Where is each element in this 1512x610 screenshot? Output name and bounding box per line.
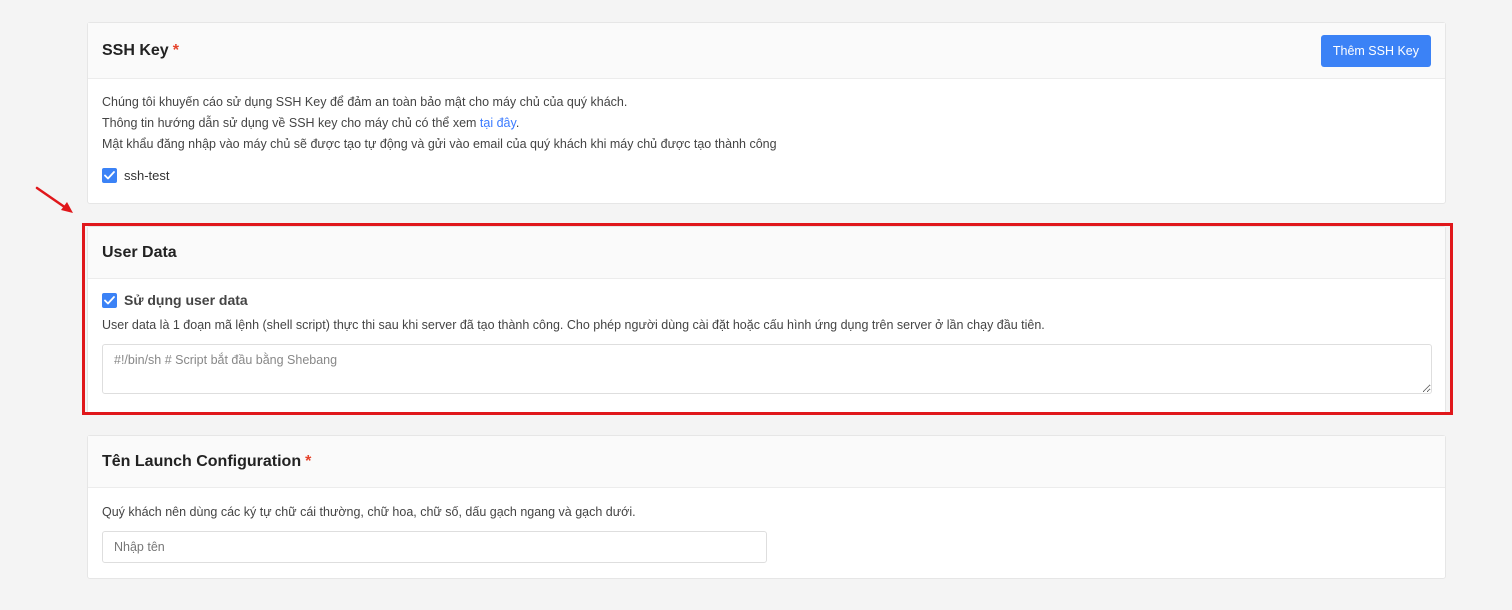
use-user-data-label: Sử dụng user data — [124, 292, 248, 308]
ssh-guide-text: Thông tin hướng dẫn sử dụng về SSH key c… — [102, 113, 1431, 134]
launch-config-title-text: Tên Launch Configuration — [102, 452, 302, 470]
required-mark: * — [172, 41, 179, 59]
ssh-guide-prefix: Thông tin hướng dẫn sử dụng về SSH key c… — [102, 116, 480, 130]
launch-config-card: Tên Launch Configuration * Quý khách nên … — [87, 435, 1446, 579]
ssh-password-text: Mật khẩu đăng nhập vào máy chủ sẽ được t… — [102, 137, 777, 151]
launch-config-body: Quý khách nên dùng các ký tự chữ cái thư… — [88, 488, 1445, 577]
user-data-title: User Data — [102, 243, 177, 261]
launch-config-hint: Quý khách nên dùng các ký tự chữ cái thư… — [102, 505, 636, 519]
ssh-recommendation-text: Chúng tôi khuyến cáo sử dụng SSH Key để … — [102, 95, 628, 109]
user-data-header: User Data — [88, 227, 1445, 279]
user-data-card: User Data Sử dụng user data User data là… — [87, 226, 1446, 414]
ssh-guide-suffix: . — [515, 116, 520, 130]
ssh-key-header: SSH Key * Thêm SSH Key — [88, 23, 1445, 79]
user-data-body: Sử dụng user data User data là 1 đoạn mã… — [88, 279, 1445, 413]
ssh-key-card: SSH Key * Thêm SSH Key Chúng tôi khuyến c… — [87, 22, 1446, 204]
ssh-key-option[interactable]: ssh-test — [102, 168, 1431, 183]
ssh-key-title-text: SSH Key — [102, 41, 169, 59]
launch-config-header: Tên Launch Configuration * — [88, 436, 1445, 488]
required-mark: * — [305, 452, 312, 470]
checkbox-checked-icon[interactable] — [102, 168, 117, 183]
launch-config-name-input[interactable] — [102, 531, 767, 563]
use-user-data-option[interactable]: Sử dụng user data — [102, 292, 1431, 308]
ssh-key-label: ssh-test — [124, 168, 170, 183]
user-data-description: User data là 1 đoạn mã lệnh (shell scrip… — [102, 318, 1045, 332]
add-ssh-key-button[interactable]: Thêm SSH Key — [1320, 34, 1431, 67]
user-data-textarea[interactable] — [102, 344, 1432, 394]
launch-config-title: Tên Launch Configuration * — [102, 453, 311, 471]
annotation-arrow-icon — [35, 186, 73, 213]
ssh-key-body: Chúng tôi khuyến cáo sử dụng SSH Key để … — [88, 79, 1445, 197]
ssh-key-title: SSH Key * — [102, 42, 179, 60]
ssh-guide-link[interactable]: tại đây — [480, 116, 516, 130]
checkbox-checked-icon[interactable] — [102, 292, 117, 308]
